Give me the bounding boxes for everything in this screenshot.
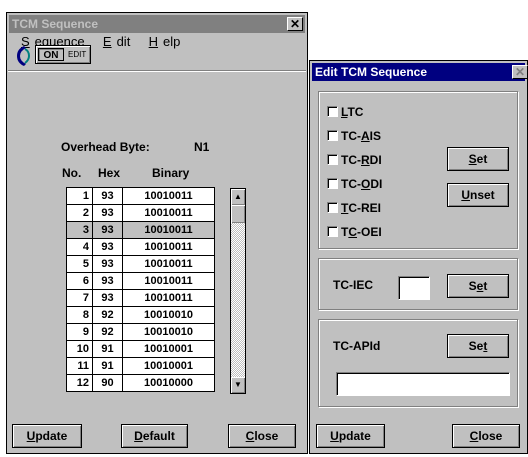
row-binary: 10010011	[122, 289, 215, 307]
table-row[interactable]: 1 93 10010011	[66, 187, 215, 205]
edit-close-button[interactable]: Close	[452, 424, 520, 448]
on-edit-toggle[interactable]: ON EDIT	[35, 45, 91, 64]
row-hex: 91	[92, 340, 123, 358]
row-number: 4	[66, 238, 93, 256]
checkbox-tc-odi[interactable]: TC-ODI	[327, 176, 382, 192]
row-hex: 93	[92, 221, 123, 239]
overhead-byte-label: Overhead Byte:	[61, 140, 150, 154]
table-row[interactable]: 5 93 10010011	[66, 255, 215, 273]
checkbox-tc-oei[interactable]: TC-OEI	[327, 224, 382, 240]
scroll-up-icon[interactable]: ▲	[231, 189, 245, 205]
set-button[interactable]: Set	[447, 147, 509, 171]
table-row[interactable]: 10 91 10010001	[66, 340, 215, 358]
checkbox-tc-ais[interactable]: TC-AIS	[327, 128, 381, 144]
update-button[interactable]: Update	[12, 424, 82, 448]
row-number: 8	[66, 306, 93, 324]
row-hex: 93	[92, 272, 123, 290]
row-number: 12	[66, 374, 93, 392]
checkbox-ltc[interactable]: LTC	[327, 104, 363, 120]
row-hex: 92	[92, 306, 123, 324]
edit-window-title: Edit TCM Sequence	[315, 65, 428, 79]
row-number: 9	[66, 323, 93, 341]
column-header-hex: Hex	[98, 166, 121, 180]
table-row[interactable]: 11 91 10010001	[66, 357, 215, 375]
row-binary: 10010010	[122, 323, 215, 341]
table-row[interactable]: 6 93 10010011	[66, 272, 215, 290]
tc-apid-set-button[interactable]: Set	[447, 334, 509, 358]
row-number: 7	[66, 289, 93, 307]
toolbar-divider	[8, 70, 306, 72]
overhead-byte-value: N1	[194, 140, 210, 154]
menu-edit[interactable]: Edit	[93, 33, 135, 51]
close-icon[interactable]: ✕	[512, 65, 528, 79]
tc-apid-input[interactable]	[336, 372, 510, 396]
table-row[interactable]: 4 93 10010011	[66, 238, 215, 256]
row-hex: 93	[92, 204, 123, 222]
table-row[interactable]: 9 92 10010010	[66, 323, 215, 341]
close-button[interactable]: Close	[228, 424, 296, 448]
sequence-table: 1 93 10010011 2 93 10010011 3 93 10010011 4 93 1001…	[66, 187, 215, 392]
table-row[interactable]: 2 93 10010011	[66, 204, 215, 222]
row-number: 5	[66, 255, 93, 273]
edit-title-bar[interactable]: Edit TCM Sequence ✕	[312, 63, 528, 81]
row-binary: 10010011	[122, 187, 215, 205]
row-hex: 93	[92, 255, 123, 273]
row-hex: 93	[92, 187, 123, 205]
checkbox-tc-rdi[interactable]: TC-RDI	[327, 152, 382, 168]
tc-apid-label: TC-APId	[333, 339, 381, 353]
checkbox-tc-rei[interactable]: TC-REI	[327, 200, 381, 216]
menu-help[interactable]: Help	[139, 33, 186, 51]
title-bar[interactable]: TCM Sequence ✕	[9, 15, 305, 33]
row-binary: 10010001	[122, 357, 215, 375]
row-hex: 90	[92, 374, 123, 392]
row-hex: 93	[92, 238, 123, 256]
window-title: TCM Sequence	[12, 17, 99, 31]
tc-iec-set-button[interactable]: Set	[447, 274, 509, 298]
row-binary: 10010011	[122, 238, 215, 256]
tcm-app-icon	[17, 46, 31, 66]
close-icon[interactable]: ✕	[287, 17, 303, 31]
row-binary: 10010011	[122, 221, 215, 239]
scroll-thumb[interactable]	[231, 205, 245, 223]
tc-iec-input[interactable]	[398, 276, 430, 300]
table-row[interactable]: 3 93 10010011	[66, 221, 215, 239]
on-toggle-button[interactable]: ON	[38, 48, 64, 61]
column-header-no: No.	[62, 166, 82, 180]
row-binary: 10010011	[122, 255, 215, 273]
row-binary: 10010011	[122, 272, 215, 290]
row-number: 6	[66, 272, 93, 290]
row-number: 1	[66, 187, 93, 205]
default-button[interactable]: Default	[121, 424, 188, 448]
table-row[interactable]: 8 92 10010010	[66, 306, 215, 324]
tc-iec-label: TC-IEC	[333, 278, 373, 292]
scroll-down-icon[interactable]: ▼	[231, 377, 245, 393]
table-row[interactable]: 7 93 10010011	[66, 289, 215, 307]
row-binary: 10010001	[122, 340, 215, 358]
edit-toggle-label[interactable]: EDIT	[68, 49, 86, 61]
edit-update-button[interactable]: Update	[316, 424, 385, 448]
row-number: 11	[66, 357, 93, 375]
table-scrollbar[interactable]: ▲ ▼	[230, 188, 246, 394]
row-hex: 91	[92, 357, 123, 375]
row-binary: 10010011	[122, 204, 215, 222]
table-row[interactable]: 12 90 10010000	[66, 374, 215, 392]
column-header-binary: Binary	[152, 166, 190, 180]
row-hex: 93	[92, 289, 123, 307]
row-number: 10	[66, 340, 93, 358]
row-binary: 10010000	[122, 374, 215, 392]
row-number: 2	[66, 204, 93, 222]
unset-button[interactable]: Unset	[447, 183, 509, 207]
row-hex: 92	[92, 323, 123, 341]
row-number: 3	[66, 221, 93, 239]
row-binary: 10010010	[122, 306, 215, 324]
